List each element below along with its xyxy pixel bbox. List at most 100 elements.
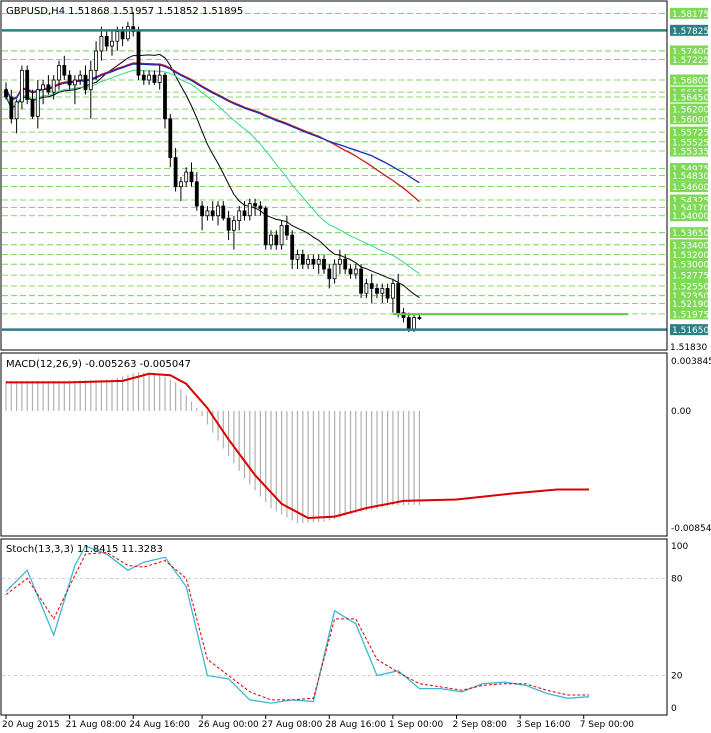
candle-body (412, 317, 417, 331)
price-axis: 1.581751.578251.574001.572251.568001.565… (670, 7, 709, 353)
candle-body (332, 263, 337, 280)
candle-body (353, 268, 358, 275)
price-tick-label: 1.53650 (672, 229, 709, 239)
candle-body (9, 96, 14, 120)
candle-body (221, 205, 226, 219)
trading-chart[interactable]: GBPUSD,H4 1.51868 1.51957 1.51852 1.5189… (0, 0, 711, 733)
candle-body (279, 225, 284, 246)
candle-body (88, 69, 93, 91)
candle-body (348, 268, 353, 275)
time-tick-label: 1 Sep 00:00 (389, 720, 444, 730)
candle-body (94, 50, 98, 71)
candle-body (173, 157, 178, 188)
candle-body (369, 283, 374, 289)
candle-body (274, 234, 279, 246)
price-tick-label: 1.57825 (672, 27, 709, 37)
candle-body (168, 118, 173, 158)
candle-body (67, 74, 72, 86)
candle[interactable] (263, 206, 268, 250)
candle-body (126, 26, 130, 40)
candle-body (306, 258, 311, 265)
candle-body (104, 35, 109, 47)
candle-body (380, 288, 385, 294)
candle-body (78, 74, 83, 81)
price-tick-label: 1.58175 (672, 10, 709, 20)
candle-body (157, 74, 162, 83)
price-tick-label: 1.56450 (672, 93, 709, 103)
macd-tick-label: -0.008547 (671, 524, 711, 534)
candle-body (375, 288, 379, 294)
candle-body (337, 258, 342, 265)
candle-body (200, 205, 205, 217)
time-tick-label: 27 Aug 08:00 (262, 720, 323, 730)
candle-body (178, 181, 183, 188)
candle-body (205, 210, 210, 217)
candle-body (163, 74, 167, 120)
candle-body (184, 171, 189, 183)
candle-body (364, 283, 369, 294)
time-tick-label: 26 Aug 00:00 (198, 720, 259, 730)
candle-body (231, 220, 236, 231)
price-tick-label: 1.57225 (672, 56, 709, 66)
price-tick-label-partial: 1.51830 (670, 343, 707, 353)
candle-body (316, 258, 321, 265)
price-tick-label: 1.54000 (672, 212, 709, 222)
candle-body (57, 65, 61, 81)
candle-body (406, 317, 411, 331)
macd-tick-label: 0.003845 (671, 357, 711, 367)
stochastic-tick-label: 20 (671, 672, 683, 682)
time-tick-label: 20 Aug 2015 (2, 720, 60, 730)
time-tick-label: 7 Sep 00:00 (580, 720, 635, 730)
candle-body (247, 203, 252, 217)
candle-body (322, 258, 326, 270)
candle-body (263, 208, 268, 246)
price-tick-label: 1.51650 (672, 326, 709, 336)
candle-body (73, 79, 77, 86)
candle-body (41, 84, 45, 91)
candle-body (120, 31, 125, 40)
candle-body (300, 254, 305, 265)
candle-body (359, 268, 364, 294)
candle-body (46, 84, 51, 93)
candle-body (83, 74, 88, 91)
stochastic-header: Stoch(13,3,3) 11.8415 11.3283 (6, 544, 163, 555)
candle-body (141, 74, 146, 81)
candle-body (110, 40, 114, 47)
time-tick-label: 21 Aug 08:00 (66, 720, 127, 730)
candle-body (258, 205, 263, 209)
candle-body (62, 65, 67, 76)
candle-body (51, 79, 56, 93)
candle-body (295, 254, 300, 260)
macd-header: MACD(12,26,9) -0.005263 -0.005047 (6, 359, 191, 370)
candle-body (152, 74, 157, 83)
candle-body (284, 225, 289, 236)
candle-body (385, 288, 390, 299)
time-tick-label: 2 Sep 08:00 (453, 720, 508, 730)
candle-body (25, 69, 30, 100)
candle-body (242, 210, 247, 217)
time-tick-label: 3 Sep 16:00 (516, 720, 571, 730)
candle-body (147, 74, 152, 81)
candle-body (237, 210, 242, 221)
candle-body (4, 89, 8, 98)
candle-body (99, 35, 104, 52)
candle-body (417, 317, 422, 319)
candle-body (189, 171, 194, 183)
price-tick-label: 1.54600 (672, 183, 709, 193)
candle-body (390, 283, 395, 299)
candle-body (311, 258, 316, 265)
candle[interactable] (25, 65, 30, 105)
stochastic-tick-label: 100 (671, 542, 688, 552)
price-tick-label: 1.52775 (672, 272, 709, 282)
candle-body (194, 181, 199, 207)
price-panel-header: GBPUSD,H4 1.51868 1.51957 1.51852 1.5189… (6, 6, 243, 17)
candle-body (343, 258, 348, 270)
time-tick-label: 28 Aug 16:00 (325, 720, 386, 730)
time-tick-label: 24 Aug 16:00 (129, 720, 190, 730)
candle-body (253, 203, 258, 207)
candle[interactable] (136, 26, 141, 81)
candle-body (19, 69, 24, 103)
candle-body (30, 98, 35, 117)
candle-body (210, 210, 215, 217)
candle[interactable] (359, 264, 364, 299)
